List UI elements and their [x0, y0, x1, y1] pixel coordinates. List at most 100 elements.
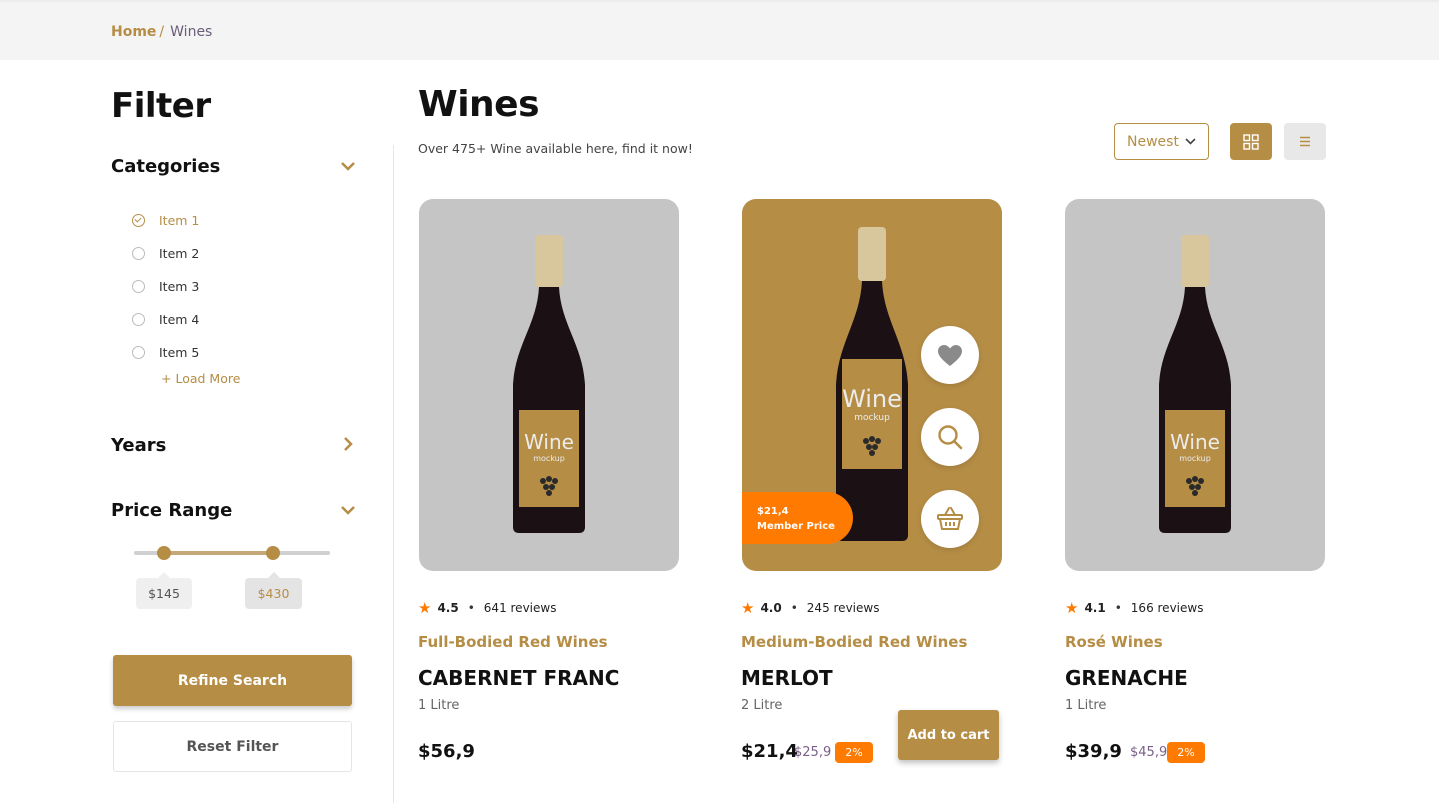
years-header[interactable]: Years: [111, 435, 356, 456]
breadcrumb-current: Wines: [170, 24, 213, 40]
category-item[interactable]: Item 5: [132, 336, 199, 369]
category-item[interactable]: Item 3: [132, 270, 199, 303]
sort-dropdown[interactable]: Newest: [1114, 123, 1209, 160]
breadcrumb-home-link[interactable]: Home: [111, 24, 156, 40]
years-title: Years: [111, 435, 167, 456]
bottle-label-brand: Wine: [1170, 430, 1220, 454]
rating-value: 4.1: [1084, 601, 1106, 615]
wine-bottle-image: Wine mockup: [1159, 235, 1231, 533]
product-image-card[interactable]: Wine mockup: [419, 199, 679, 571]
price-max-value: $430: [245, 572, 302, 609]
refine-search-button[interactable]: Refine Search: [113, 655, 352, 706]
category-item-label: Item 1: [159, 213, 200, 228]
price-range-title: Price Range: [111, 500, 233, 521]
chevron-down-icon[interactable]: [340, 503, 356, 519]
product-old-price: $25,9: [794, 745, 832, 760]
sidebar-divider: [393, 145, 394, 803]
chevron-down-icon[interactable]: [340, 159, 356, 175]
separator-dot: •: [1114, 601, 1122, 615]
quick-view-button[interactable]: [921, 408, 979, 466]
breadcrumb-separator: /: [159, 24, 165, 40]
product-image-card[interactable]: Wine mockup $21,4 Member Price: [742, 199, 1002, 571]
product-name[interactable]: GRENACHE: [1065, 666, 1188, 690]
category-item-label: Item 4: [159, 312, 200, 327]
category-list: Item 1 Item 2 Item 3 Item 4 Item 5: [132, 204, 199, 369]
product-old-price: $45,9: [1130, 745, 1168, 760]
grid-view-button[interactable]: [1230, 123, 1272, 160]
discount-badge: 2%: [835, 742, 873, 763]
price-min-handle[interactable]: [157, 546, 171, 560]
category-item-label: Item 5: [159, 345, 200, 360]
filter-sidebar: Filter Categories Item 1 Item 2 Item 3 I…: [111, 86, 356, 772]
radio-icon[interactable]: [132, 247, 145, 260]
radio-icon[interactable]: [132, 346, 145, 359]
radio-checked-icon[interactable]: [132, 214, 145, 227]
category-item-label: Item 3: [159, 279, 200, 294]
product-category[interactable]: Medium-Bodied Red Wines: [741, 633, 967, 651]
product-rating: ★ 4.1 • 166 reviews: [1065, 599, 1203, 617]
filter-title: Filter: [111, 86, 211, 126]
star-icon: ★: [418, 599, 432, 617]
product-category[interactable]: Full-Bodied Red Wines: [418, 633, 608, 651]
separator-dot: •: [467, 601, 475, 615]
product-name[interactable]: MERLOT: [741, 666, 833, 690]
wine-bottle-image: Wine mockup: [513, 235, 585, 533]
star-icon: ★: [741, 599, 755, 617]
product-volume: 1 Litre: [418, 698, 460, 713]
categories-header[interactable]: Categories: [111, 156, 356, 177]
rating-value: 4.5: [437, 601, 459, 615]
product-volume: 1 Litre: [1065, 698, 1107, 713]
price-min-value: $145: [136, 572, 192, 609]
radio-icon[interactable]: [132, 313, 145, 326]
member-price-value: $21,4: [757, 506, 789, 517]
heart-icon: [938, 344, 962, 366]
product-price: $56,9: [418, 741, 475, 762]
rating-value: 4.0: [760, 601, 782, 615]
search-icon: [938, 425, 963, 450]
bottle-label-sub: mockup: [1179, 454, 1211, 463]
star-icon: ★: [1065, 599, 1079, 617]
categories-title: Categories: [111, 156, 221, 177]
category-item[interactable]: Item 1: [132, 204, 199, 237]
category-item[interactable]: Item 2: [132, 237, 199, 270]
basket-icon: [937, 507, 963, 530]
grid-icon: [1243, 133, 1259, 150]
category-item[interactable]: Item 4: [132, 303, 199, 336]
product-price: $39,9: [1065, 741, 1122, 762]
load-more-link[interactable]: + Load More: [161, 371, 240, 386]
add-to-cart-button[interactable]: Add to cart: [898, 710, 999, 760]
bottle-label-sub: mockup: [533, 454, 565, 463]
product-price: $21,4: [741, 741, 798, 762]
review-count[interactable]: 641 reviews: [484, 601, 557, 615]
review-count[interactable]: 166 reviews: [1131, 601, 1204, 615]
list-view-button[interactable]: [1284, 123, 1326, 160]
member-price-label: Member Price: [757, 521, 835, 532]
breadcrumb: Home / Wines: [111, 24, 212, 40]
discount-badge: 2%: [1167, 742, 1205, 763]
review-count[interactable]: 245 reviews: [807, 601, 880, 615]
product-rating: ★ 4.0 • 245 reviews: [741, 599, 879, 617]
product-image-card[interactable]: Wine mockup: [1065, 199, 1325, 571]
sort-selected: Newest: [1127, 133, 1179, 150]
add-to-basket-button[interactable]: [921, 490, 979, 548]
price-range-slider[interactable]: [134, 546, 330, 560]
product-volume: 2 Litre: [741, 698, 783, 713]
price-max-handle[interactable]: [266, 546, 280, 560]
member-price-badge: $21,4 Member Price: [742, 492, 853, 544]
chevron-right-icon[interactable]: [340, 436, 356, 455]
list-icon: [1300, 136, 1310, 147]
price-range-fill: [164, 551, 273, 555]
product-category[interactable]: Rosé Wines: [1065, 633, 1163, 651]
separator-dot: •: [790, 601, 798, 615]
product-name[interactable]: CABERNET FRANC: [418, 666, 619, 690]
page-subtitle: Over 475+ Wine available here, find it n…: [418, 141, 693, 156]
top-bar: Home / Wines: [0, 0, 1439, 60]
reset-filter-button[interactable]: Reset Filter: [113, 721, 352, 772]
bottle-label-brand: Wine: [842, 385, 902, 413]
wine-bottle-image: Wine mockup: [836, 227, 908, 541]
radio-icon[interactable]: [132, 280, 145, 293]
wishlist-button[interactable]: [921, 326, 979, 384]
chevron-down-icon: [1185, 135, 1196, 148]
product-rating: ★ 4.5 • 641 reviews: [418, 599, 556, 617]
price-range-header[interactable]: Price Range: [111, 500, 356, 521]
